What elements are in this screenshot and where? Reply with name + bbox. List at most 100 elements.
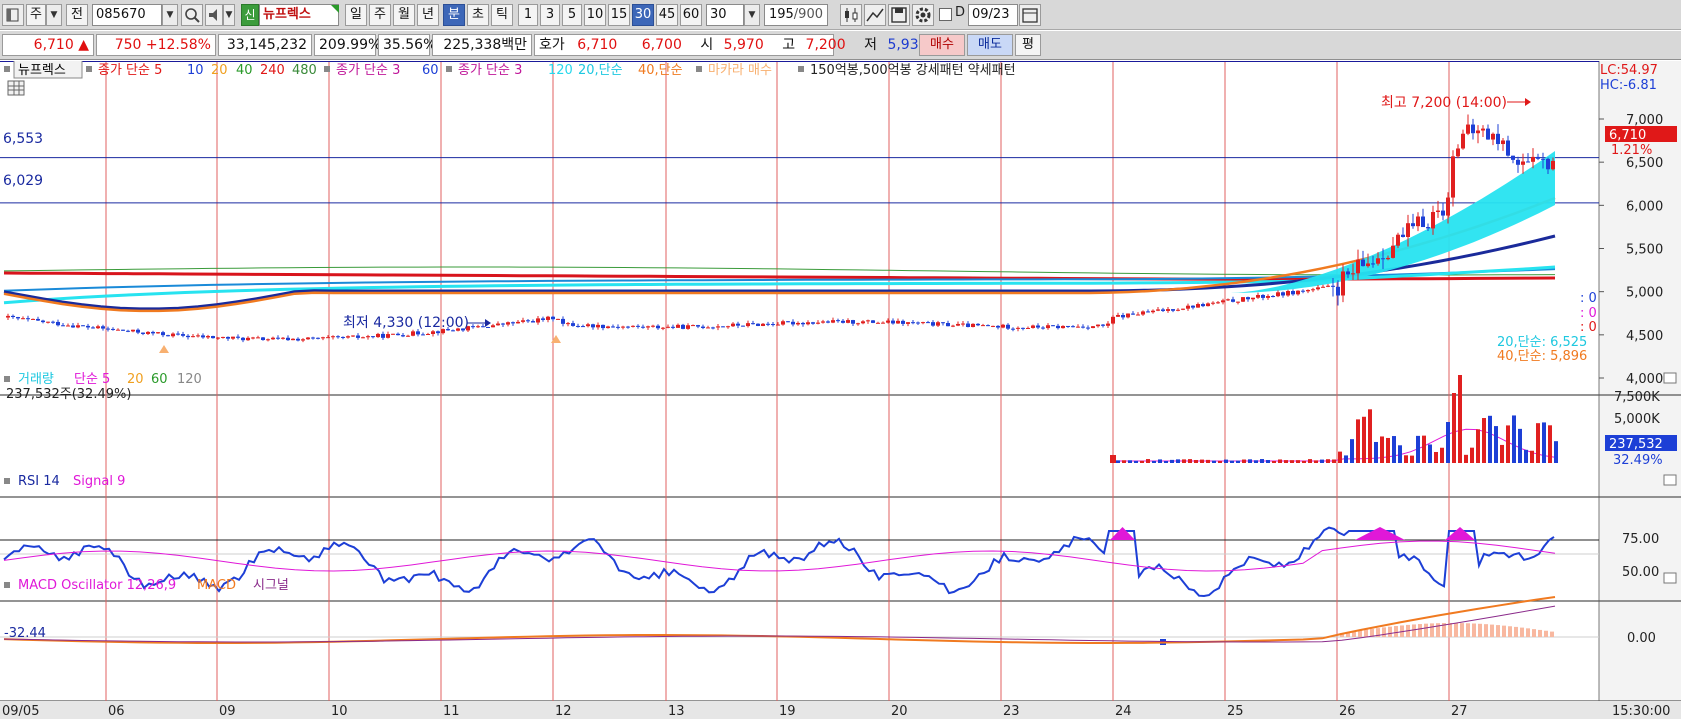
type-select[interactable]: 주 — [26, 4, 46, 26]
legend-volume[interactable]: 거래량 — [18, 372, 54, 387]
volume-bar — [1554, 441, 1558, 463]
legend-ma3[interactable]: 종가 단순 3 — [458, 63, 522, 78]
table-icon[interactable] — [7, 80, 25, 96]
candle-body — [1206, 303, 1210, 307]
sell-button[interactable]: 매도 — [967, 34, 1013, 56]
candle-body — [496, 323, 500, 326]
chart-layout-icon[interactable] — [2, 4, 24, 26]
rsi-panel-close-icon[interactable] — [1663, 474, 1677, 486]
candle-body — [591, 324, 595, 328]
candle-body — [841, 320, 845, 323]
candle-body — [546, 316, 550, 320]
d-checkbox[interactable] — [939, 8, 952, 21]
minute-45[interactable]: 45 — [656, 4, 678, 26]
macd-panel-close-icon[interactable] — [1663, 572, 1677, 584]
stock-name[interactable]: 뉴프렉스 — [259, 4, 339, 26]
unit-tick[interactable]: 틱 — [491, 4, 513, 26]
legend-volume-ma: 단순 5 — [74, 372, 110, 387]
candle-body — [366, 336, 370, 338]
minute-60[interactable]: 60 — [680, 4, 702, 26]
date-input[interactable]: 09/23 — [968, 4, 1018, 26]
legend-macd-osc[interactable]: MACD Oscillator 12,26,9 — [18, 578, 176, 593]
candle-body — [1451, 156, 1455, 198]
candle-body — [701, 326, 705, 328]
type-dropdown-icon[interactable]: ▼ — [46, 4, 62, 26]
minute-count-input[interactable]: 30 — [706, 4, 744, 26]
candle-body — [331, 336, 335, 338]
volume-bar — [1170, 459, 1174, 463]
candle-body — [1156, 309, 1160, 311]
candle-body — [1106, 323, 1110, 326]
candle-body — [981, 325, 985, 327]
line-tool-icon[interactable] — [864, 4, 886, 26]
code-dropdown-icon[interactable]: ▼ — [162, 4, 178, 26]
volume-panel-close-icon[interactable] — [1663, 372, 1677, 384]
minute-1[interactable]: 1 — [518, 4, 538, 26]
candle-body — [1511, 155, 1515, 160]
candle-body — [1216, 302, 1220, 304]
minute-30[interactable]: 30 — [632, 4, 654, 26]
candle-body — [871, 320, 875, 323]
candle-body — [906, 322, 910, 324]
legend-ma2[interactable]: 종가 단순 3 — [336, 63, 400, 78]
period-year[interactable]: 년 — [417, 4, 439, 26]
legend-ma1[interactable]: 종가 단순 5 — [98, 63, 162, 78]
candle-body — [916, 322, 920, 324]
candle-body — [1241, 297, 1245, 302]
period-day[interactable]: 일 — [345, 4, 367, 26]
volume-bar — [1212, 460, 1216, 463]
candle-body — [636, 325, 640, 327]
candle-body — [21, 318, 25, 320]
candle-body — [1271, 296, 1275, 298]
volume-bar — [1386, 437, 1390, 463]
unit-second[interactable]: 초 — [467, 4, 489, 26]
period-month[interactable]: 월 — [393, 4, 415, 26]
candle-body — [1481, 128, 1485, 131]
candle-body — [266, 339, 270, 341]
legend-volume-p60: 60 — [151, 372, 168, 387]
candle-body — [676, 324, 680, 328]
speaker-dropdown-icon[interactable]: ▼ — [223, 4, 235, 26]
save-icon[interactable] — [888, 4, 910, 26]
legend-pattern[interactable]: 150억봉,500억봉 강세패턴 약세패턴 — [810, 63, 1016, 78]
legend-buy-signal[interactable]: 마카라 매수 — [708, 63, 772, 78]
speaker-icon[interactable] — [205, 4, 223, 26]
legend-band1[interactable]: 20,단순 — [578, 63, 623, 78]
bid-price: 6,700 — [641, 37, 682, 53]
candle-body — [821, 321, 825, 323]
calendar-icon[interactable] — [1019, 4, 1041, 26]
minute-count-dropdown-icon[interactable]: ▼ — [744, 4, 760, 26]
legend-stock-name[interactable]: 뉴프렉스 — [18, 63, 66, 78]
candle-body — [796, 322, 800, 325]
gear-icon[interactable] — [912, 4, 934, 26]
legend-ma1-p20: 20 — [211, 63, 228, 78]
rsi-y-75: 75.00 — [1622, 532, 1659, 547]
volume-bar — [1440, 447, 1444, 463]
x-axis-label-1: 06 — [108, 704, 125, 719]
prev-button[interactable]: 전 — [66, 4, 88, 26]
legend-rsi[interactable]: RSI 14 — [18, 474, 60, 489]
period-week[interactable]: 주 — [369, 4, 391, 26]
eval-button[interactable]: 평 — [1015, 34, 1041, 56]
minute-15[interactable]: 15 — [608, 4, 630, 26]
legend-band2[interactable]: 40,단순 — [638, 63, 683, 78]
search-icon[interactable] — [181, 4, 203, 26]
macd-osc-bar — [1418, 624, 1422, 637]
code-input[interactable]: 085670 — [92, 4, 162, 26]
minute-3[interactable]: 3 — [540, 4, 560, 26]
legend-volume-p20: 20 — [127, 372, 144, 387]
candle-body — [1246, 297, 1250, 300]
unit-minute[interactable]: 분 — [443, 4, 465, 26]
candle-body — [1441, 210, 1445, 216]
volume-bar — [1152, 460, 1156, 463]
page-count[interactable]: 195/900 — [764, 4, 828, 26]
minute-5[interactable]: 5 — [562, 4, 582, 26]
candle-body — [1171, 309, 1175, 311]
candle-type-icon[interactable] — [840, 4, 862, 26]
macd-osc-bar — [1358, 630, 1362, 637]
candle-body — [1526, 161, 1530, 163]
buy-button[interactable]: 매수 — [919, 34, 965, 56]
price-tick-label-2: 6,000 — [1626, 199, 1663, 214]
save-glyph — [891, 7, 907, 23]
minute-10[interactable]: 10 — [584, 4, 606, 26]
